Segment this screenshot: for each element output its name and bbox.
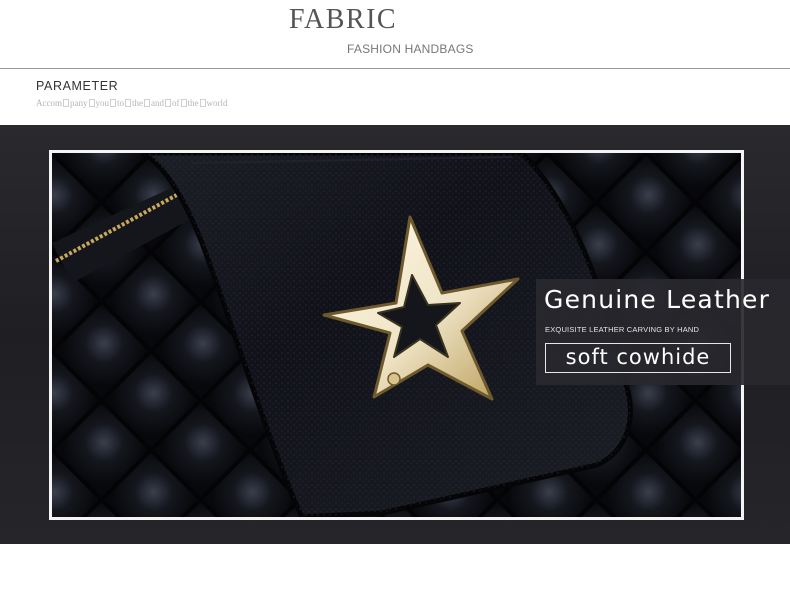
section-title: FABRIC (289, 4, 398, 35)
missing-glyph-box (110, 99, 116, 107)
tagline-word: the (187, 98, 199, 108)
material-badge: soft cowhide (545, 343, 731, 373)
material-badge-text: soft cowhide (565, 345, 711, 369)
missing-glyph-box (144, 99, 151, 107)
tagline-word: to (117, 98, 125, 108)
feature-subtitle: EXQUISITE LEATHER CARVING BY HAND (545, 325, 700, 334)
header: FABRIC FASHION HANDBAGS (0, 0, 790, 70)
parameter-heading: PARAMETER (36, 79, 119, 93)
missing-glyph-box (165, 99, 172, 107)
missing-glyph-box (180, 99, 187, 107)
missing-glyph-box (88, 99, 95, 107)
missing-glyph-box (125, 99, 132, 107)
tagline-word: the (132, 98, 144, 108)
tagline-word: pany (70, 98, 88, 108)
tagline-word: and (151, 98, 165, 108)
parameter-tagline: Accom pany you to the and of the world (36, 98, 228, 108)
feature-label: Genuine Leather EXQUISITE LEATHER CARVIN… (536, 279, 790, 385)
divider (0, 68, 790, 69)
feature-title: Genuine Leather (544, 285, 771, 314)
missing-glyph-box (63, 99, 69, 107)
tagline-word: world (206, 98, 228, 108)
tagline-word: you (95, 98, 110, 108)
tagline-word: of (172, 98, 180, 108)
missing-glyph-box (199, 99, 206, 107)
section-subtitle: FASHION HANDBAGS (347, 42, 474, 56)
tagline-word: Accom (36, 98, 62, 108)
